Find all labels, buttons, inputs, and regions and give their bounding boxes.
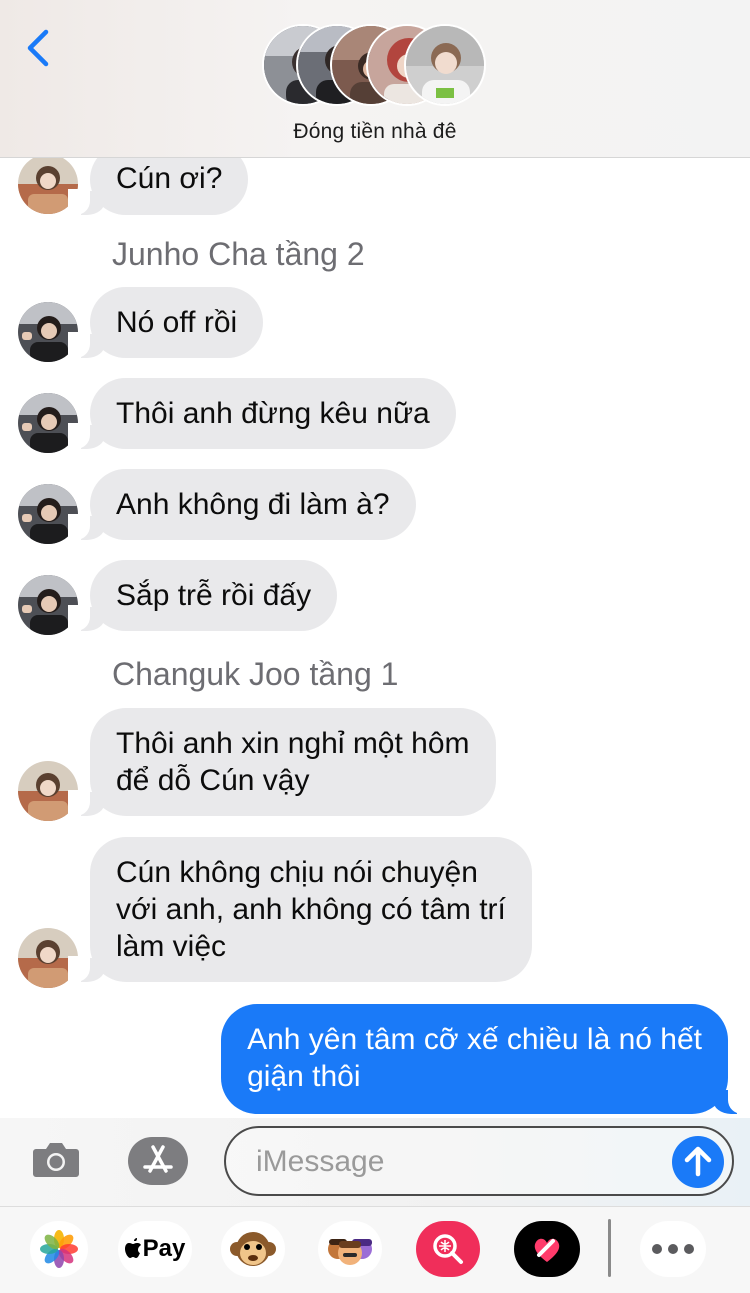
message-text: Cún ơi?	[116, 162, 223, 195]
group-avatar	[404, 24, 486, 106]
message-text-line: để dỗ Cún vậy	[116, 764, 310, 797]
more-icon	[652, 1244, 694, 1254]
group-avatars[interactable]	[262, 24, 488, 108]
incoming-message[interactable]: Nó off rồi	[67, 287, 264, 358]
sender-name: Changuk Joo tầng 1	[112, 656, 399, 692]
message-text-line: Cún không chịu nói chuyện	[116, 856, 478, 889]
app-store-icon	[128, 1137, 188, 1185]
image-search-app[interactable]	[416, 1221, 480, 1277]
digital-touch-app[interactable]	[514, 1221, 580, 1277]
memoji-app[interactable]	[318, 1221, 382, 1277]
incoming-message[interactable]: Sắp trễ rồi đấy	[67, 560, 338, 631]
group-title[interactable]: Đóng tiền nhà đê	[0, 120, 750, 144]
sender-name: Junho Cha tầng 2	[112, 236, 365, 272]
compose-bar	[0, 1118, 750, 1206]
memoji-icon	[328, 1239, 372, 1265]
app-store-button[interactable]	[126, 1135, 190, 1187]
incoming-message[interactable]: Thôi anh xin nghỉ một hôm để dỗ Cún vậy	[68, 708, 496, 816]
incoming-message[interactable]: Thôi anh đừng kêu nữa	[68, 378, 456, 449]
message-text-line: Anh yên tâm cỡ xế chiều là nó hết	[247, 1023, 702, 1056]
digital-touch-icon	[534, 1238, 560, 1262]
incoming-message[interactable]: Anh không đi làm à?	[68, 469, 416, 540]
message-text-line: Thôi anh xin nghỉ một hôm	[116, 727, 470, 760]
message-input-field[interactable]	[224, 1126, 734, 1196]
message-text: Thôi anh đừng kêu nữa	[116, 397, 430, 430]
apple-pay-app[interactable]: Pay	[118, 1221, 192, 1277]
imessage-app-drawer: Pay	[0, 1206, 750, 1293]
arrow-up-icon	[684, 1146, 712, 1177]
search-images-icon	[433, 1234, 463, 1264]
conversation-header: Đóng tiền nhà đê	[0, 0, 750, 158]
chevron-left-icon	[27, 29, 49, 67]
message-text: Sắp trễ rồi đấy	[116, 579, 312, 612]
message-text: Anh không đi làm à?	[116, 488, 390, 521]
more-apps-button[interactable]	[640, 1221, 706, 1277]
outgoing-message[interactable]: Anh yên tâm cỡ xế chiều là nó hết giận t…	[221, 1004, 750, 1114]
drawer-divider	[608, 1219, 611, 1277]
message-text-line: làm việc	[116, 930, 227, 963]
apple-logo-icon	[124, 1238, 141, 1258]
photos-icon	[40, 1230, 78, 1268]
apple-pay-label: Pay	[142, 1235, 186, 1262]
incoming-message[interactable]: Cún ơi?	[67, 158, 249, 215]
incoming-message[interactable]: Cún không chịu nói chuyện với anh, anh k…	[68, 837, 532, 982]
message-text: Nó off rồi	[116, 306, 238, 339]
animoji-app[interactable]	[221, 1221, 285, 1277]
message-text-line: với anh, anh không có tâm trí	[116, 893, 506, 926]
message-text-line: giận thôi	[247, 1060, 361, 1093]
message-thread[interactable]: Cún ơi? Junho Cha tầng 2 Nó off rồi Thôi…	[0, 158, 750, 1118]
message-input[interactable]	[256, 1142, 656, 1182]
camera-icon	[33, 1143, 79, 1177]
camera-button[interactable]	[30, 1133, 82, 1185]
photos-app[interactable]	[30, 1221, 88, 1277]
send-button[interactable]	[672, 1136, 724, 1188]
back-button[interactable]	[22, 26, 62, 70]
animoji-monkey-icon	[230, 1232, 276, 1266]
